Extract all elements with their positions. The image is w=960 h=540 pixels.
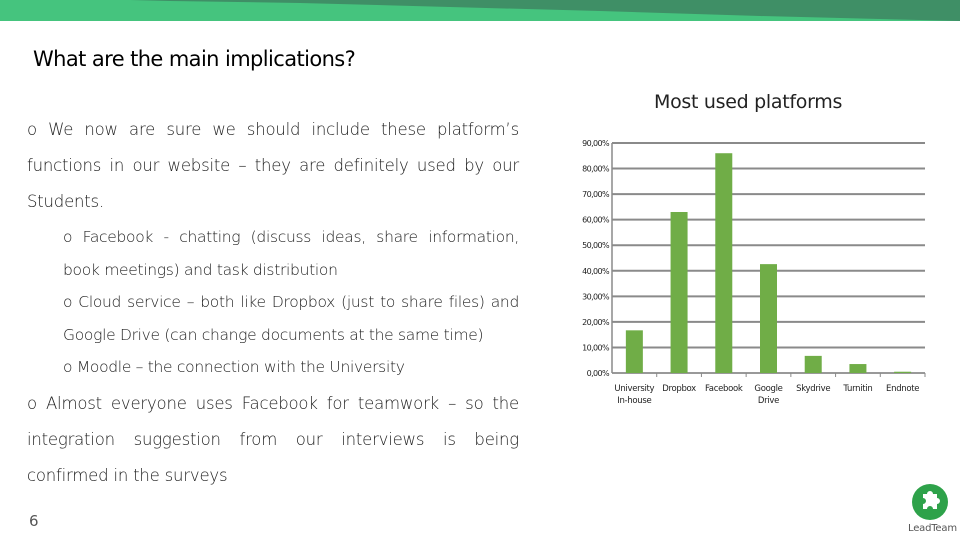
x-tick-label: Turnitin xyxy=(842,384,872,394)
sub-bullet-item: o Facebook - chatting (discuss ideas, sh… xyxy=(63,221,519,286)
bar-chart: 0,00% 10,00% 20,00% 30,00% 40,00% 50,00% 60,00… xyxy=(582,139,926,406)
y-tick-label: 90,00% xyxy=(582,139,610,148)
bar-dropbox xyxy=(670,212,688,373)
bar-university-in-house xyxy=(625,330,643,373)
bullet-marker: o xyxy=(27,393,37,413)
y-tick-label: 50,00% xyxy=(582,241,610,250)
bullet-text: Moodle – the connection with the Univers… xyxy=(76,358,405,376)
x-tick-label: Facebook xyxy=(705,384,743,394)
bullet-item: o Almost everyone uses Facebook for team… xyxy=(27,386,519,494)
bullet-text: We now are sure we should include these … xyxy=(27,120,520,211)
y-tick-label: 70,00% xyxy=(582,190,610,199)
bullet-item: o We now are sure we should include thes… xyxy=(27,112,519,220)
bar-facebook xyxy=(715,153,733,373)
sub-bullet-item: o Cloud service – both like Dropbox (jus… xyxy=(63,286,519,351)
bar-endnote xyxy=(894,371,912,373)
logo-text: LeadTeam xyxy=(908,523,957,534)
x-tick-label: Google Drive xyxy=(754,384,782,406)
bullet-marker: o xyxy=(63,293,73,311)
bullet-text: Facebook - chatting (discuss ideas, shar… xyxy=(63,228,519,279)
y-tick-label: 80,00% xyxy=(582,165,610,174)
x-tick-label: Endnote xyxy=(886,384,919,394)
y-tick-label: 30,00% xyxy=(582,292,610,301)
page-number: 6 xyxy=(29,512,39,530)
y-axis-ticks: 0,00% 10,00% 20,00% 30,00% 40,00% 50,00% 60,00… xyxy=(582,139,611,378)
bar-google-drive xyxy=(760,264,777,373)
sub-bullet-item: o Moodle – the connection with the Unive… xyxy=(63,351,519,384)
bar-skydrive xyxy=(804,355,822,373)
chart-title: Most used platforms xyxy=(654,91,843,113)
x-tick-label: University In-house xyxy=(614,384,654,406)
slide-title: What are the main implications? xyxy=(33,47,356,71)
y-tick-label: 10,00% xyxy=(582,343,610,352)
bullet-marker: o xyxy=(63,228,73,246)
y-tick-label: 40,00% xyxy=(582,267,610,276)
bullet-marker: o xyxy=(27,120,37,139)
y-tick-label: 20,00% xyxy=(582,318,610,327)
x-tick-label: Skydrive xyxy=(796,384,830,394)
x-tick-label: Dropbox xyxy=(662,384,696,394)
bullet-text: Cloud service – both like Dropbox (just … xyxy=(63,293,519,344)
bars xyxy=(625,153,912,373)
puzzle-icon xyxy=(912,484,948,520)
y-tick-label: 60,00% xyxy=(582,216,610,225)
bar-turnitin xyxy=(849,364,867,373)
x-axis-ticks: University In-house Dropbox Facebook Google D… xyxy=(614,373,926,406)
bullet-marker: o xyxy=(63,358,73,376)
y-tick-label: 0,00% xyxy=(587,369,610,378)
header-banner xyxy=(0,0,960,21)
bullet-list: o We now are sure we should include thes… xyxy=(27,112,519,494)
bullet-text: Almost everyone uses Facebook for teamwo… xyxy=(27,393,519,485)
